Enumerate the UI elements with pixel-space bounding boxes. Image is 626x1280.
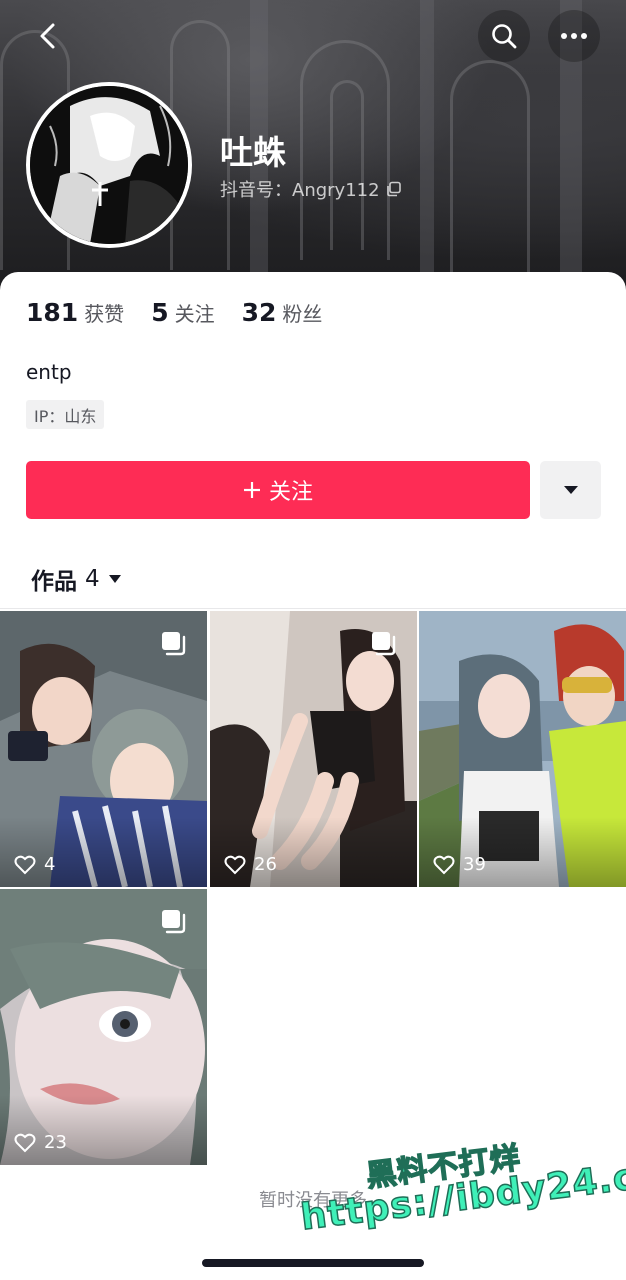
ip-location-tag: IP：山东 (26, 400, 105, 429)
like-count: 23 (14, 1132, 67, 1153)
bio-text: entp (26, 360, 72, 384)
thumb-shade (0, 1095, 207, 1165)
account-id[interactable]: 抖音号：Angry112 (220, 176, 402, 202)
stat-followers[interactable]: 32 粉丝 (242, 298, 323, 327)
like-count: 4 (14, 854, 55, 875)
stat-likes[interactable]: 181 获赞 (26, 298, 124, 327)
thumb-shade (210, 817, 417, 887)
like-count-text: 4 (44, 854, 56, 875)
multi-image-icon (162, 910, 186, 934)
account-id-text: 抖音号：Angry112 (220, 180, 380, 201)
video-tile[interactable]: 4 (0, 611, 207, 887)
like-count: 26 (224, 854, 277, 875)
profile-name: 吐蛛 (220, 133, 286, 172)
stat-following[interactable]: 5 关注 (151, 298, 214, 327)
stat-value: 5 (151, 298, 169, 327)
thumb-shade (419, 817, 626, 887)
stat-label: 粉丝 (282, 302, 323, 326)
like-count-text: 39 (463, 854, 486, 875)
stat-label: 获赞 (84, 302, 125, 326)
thumb-shade (0, 817, 207, 887)
like-count: 39 (433, 854, 486, 875)
like-count-text: 23 (44, 1132, 67, 1153)
heart-icon (14, 855, 36, 874)
more-dots-icon (561, 33, 587, 39)
tab-works-label: 作品 (31, 569, 77, 595)
caret-down-icon (563, 486, 578, 494)
avatar[interactable] (26, 82, 192, 248)
tab-works[interactable]: 作品 4 (31, 562, 122, 596)
follow-button-label: 关注 (268, 480, 313, 505)
recommend-dropdown-button[interactable] (540, 461, 601, 519)
back-button[interactable] (22, 12, 74, 60)
video-tile[interactable]: 23 (0, 889, 207, 1165)
copy-icon[interactable] (386, 181, 402, 197)
follow-button[interactable]: 关注 (26, 461, 530, 519)
stats-row: 181 获赞 5 关注 32 粉丝 (26, 298, 322, 327)
like-count-text: 26 (254, 854, 277, 875)
divider (0, 608, 626, 609)
tab-works-count: 4 (85, 566, 100, 592)
heart-icon (224, 855, 246, 874)
search-button[interactable] (478, 10, 530, 62)
heart-icon (14, 1133, 36, 1152)
plus-icon (243, 482, 260, 498)
multi-image-icon (162, 632, 186, 656)
stat-value: 181 (26, 298, 79, 327)
more-options-button[interactable] (548, 10, 600, 62)
search-icon (492, 24, 517, 49)
stat-value: 32 (241, 298, 277, 327)
home-indicator[interactable] (202, 1259, 424, 1267)
caret-down-icon (108, 575, 121, 583)
back-arrow-icon (40, 23, 55, 49)
video-tile[interactable]: 26 (210, 611, 417, 887)
video-tile[interactable]: 39 (419, 611, 626, 887)
avatar-image (30, 86, 188, 244)
stat-label: 关注 (174, 302, 215, 326)
heart-icon (433, 855, 455, 874)
multi-image-icon (372, 632, 396, 656)
